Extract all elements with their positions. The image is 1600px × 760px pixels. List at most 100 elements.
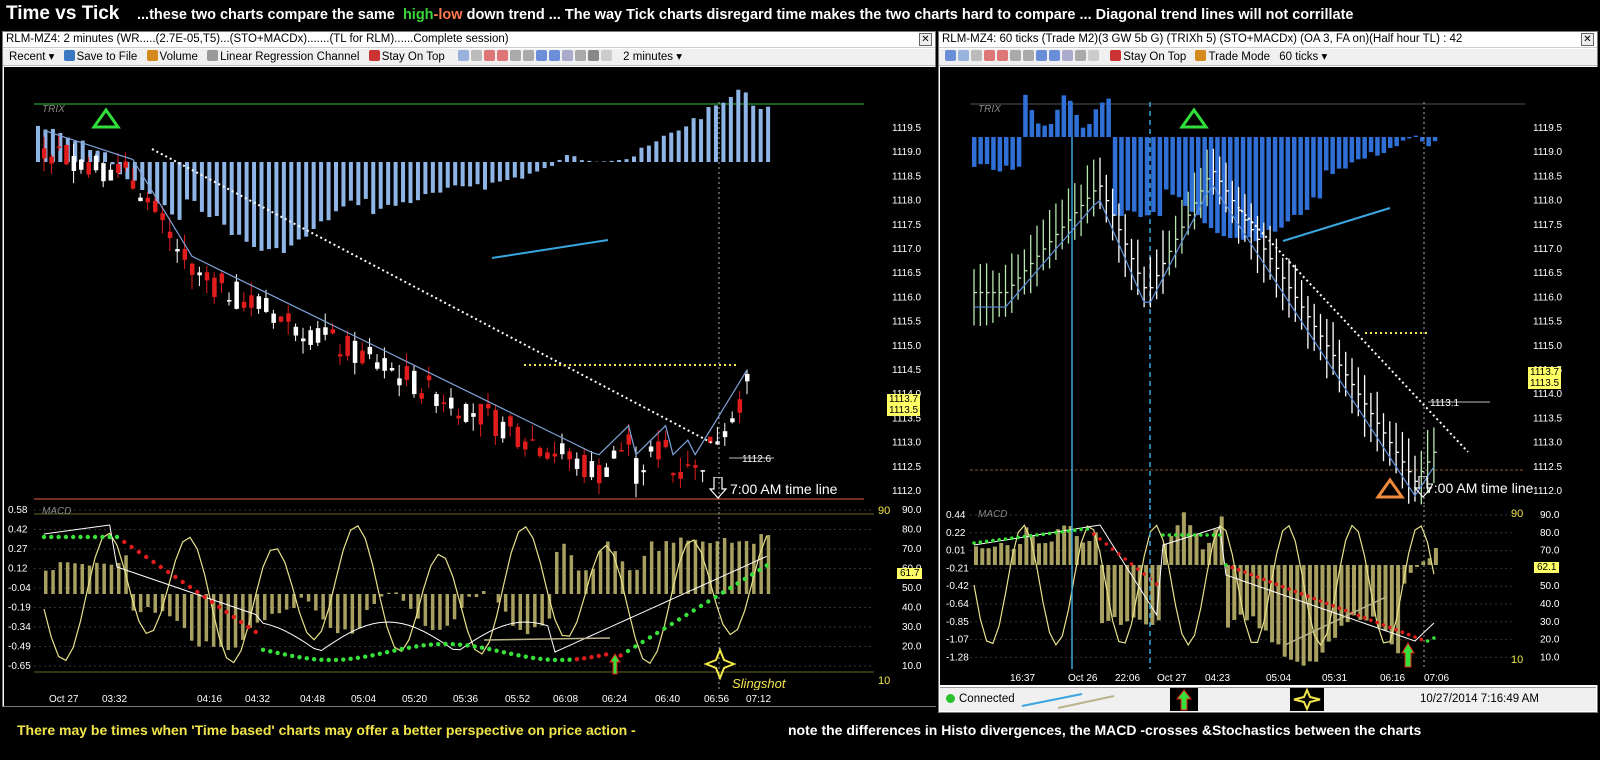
histogram-bar [1068,100,1073,137]
price-tick: 1118.0 [892,196,922,207]
macd-hist-bar [190,594,194,641]
macd-hist-bar [986,548,991,565]
left-price-panel[interactable]: TRIX 1112.6 1119.5 1119.0 1118.5 1118.0 1117… [4,67,936,529]
grid-icon[interactable] [1023,50,1034,61]
cursor-tool-icon[interactable] [457,50,469,61]
histogram-bar [415,162,420,201]
right-drawing-tools[interactable] [945,49,1101,65]
macd-hist-bar [1131,565,1136,618]
macd-hist-bar [1005,545,1010,565]
signal-dot [1406,632,1411,637]
left-close-button[interactable]: ✕ [919,33,932,46]
price-tick: 1117.5 [892,220,922,231]
price-tag-top: 1113.7 [887,394,921,405]
signal-dot [1299,592,1304,596]
cloud-icon[interactable] [1062,50,1073,61]
candle-body [308,330,313,345]
right-close-button[interactable]: ✕ [1581,33,1594,46]
price-tag-bottom: 1113.5 [887,405,921,416]
ellipse-icon[interactable] [1088,50,1099,61]
price-tick: 1113.5 [1533,413,1563,424]
left-macd-panel[interactable]: MACD 90 10 Slingshot 0.58 0.42 0.27 0.12 -0.… [4,502,936,690]
recent-menu[interactable]: Recent ▾ [9,49,54,65]
grid-icon[interactable] [522,50,534,61]
right-price-panel[interactable]: TRIX 1113.1 1119.5 1119.0 1118.5 1118.0 1117… [940,67,1598,507]
signal-dot [428,642,434,647]
histogram-bar [991,137,996,170]
candle-body [86,162,91,175]
histogram-bar [1112,137,1118,216]
bars-icon[interactable] [1049,50,1060,61]
stoch-tick: 70.0 [902,544,922,555]
right-stay-on-top-button[interactable]: Stay On Top [1110,49,1186,65]
price-axis: 1119.5 1119.0 1118.5 1118.0 1117.5 1117.0 1116… [892,123,922,521]
candle-body [560,443,565,455]
left-interval-label: 2 minutes [623,51,674,63]
signal-dot [49,534,54,540]
signal-dot [1205,533,1209,537]
trendline-tool-icon[interactable] [470,50,482,61]
stoch-tick: 70.0 [1540,546,1560,557]
signal-dot [582,656,587,661]
left-interval-select[interactable]: 2 minutes ▾ [623,49,682,65]
histogram-bar [1324,137,1329,171]
cloud-icon[interactable] [561,50,573,61]
magnet-icon[interactable] [1075,50,1086,61]
histogram-bar [609,160,614,162]
histogram-bar [1164,137,1169,190]
connected-dot-icon [946,694,955,703]
high-triangle-icon [91,107,121,129]
histogram-bar [1010,137,1015,170]
histogram-bar [579,160,584,162]
zoom-out-icon[interactable] [997,50,1008,61]
signal-dot [603,652,609,657]
list-icon[interactable] [535,50,547,61]
histogram-bar [490,162,495,183]
zoom-out-icon[interactable] [496,50,508,61]
signal-dot [1249,572,1253,577]
trade-label: Trade Mode [1208,51,1271,63]
histogram-bar [497,162,502,182]
right-interval-select[interactable]: 60 ticks ▾ [1279,49,1327,65]
list-icon[interactable] [1036,50,1047,61]
drawing-tools[interactable] [457,49,614,65]
histogram-bar [207,162,212,218]
candle-body [382,358,387,371]
magnet-icon[interactable] [574,50,586,61]
histogram-bar [237,162,242,235]
macd-hist-bar [409,594,413,609]
zoom-in-icon[interactable] [984,50,995,61]
plus-icon[interactable] [587,50,599,61]
lrc-button[interactable]: Linear Regression Channel [207,49,359,65]
trendline-tool-icon[interactable] [971,50,982,61]
bars-icon[interactable] [548,50,560,61]
stay-on-top-button[interactable]: Stay On Top [368,49,445,65]
histogram-bar [978,137,983,165]
ellipse-icon[interactable] [600,50,612,61]
histogram-bar [393,162,398,206]
settings-icon[interactable] [509,50,521,61]
signal-dot [319,657,324,662]
signal-dot [1356,613,1361,618]
left-macd-chart: MACD 90 10 Slingshot 0.58 0.42 0.27 0.12 -0.… [8,502,922,690]
macd-tick: 0.44 [946,510,966,521]
macd-hist-bar [649,541,654,594]
zoom-in-icon[interactable] [483,50,495,61]
trade-mode-button[interactable]: Trade Mode [1195,49,1270,65]
volume-button[interactable]: Volume [146,49,198,65]
histogram-bar [1317,137,1323,199]
signal-dot [1325,601,1329,606]
candle-body [678,471,683,479]
settings-icon[interactable] [1010,50,1021,61]
histogram-bar [1100,102,1105,137]
macd-hist-bar [474,594,479,598]
layout-icon[interactable] [945,50,956,61]
macd-tick: -0.49 [8,642,31,653]
right-macd-panel[interactable]: MACD 90 10 0.44 0.22 0.01 -0.21 -0.42 -0.64 -0… [940,505,1598,669]
candle-body [79,159,84,170]
signal-dot [384,649,390,655]
macd-hist-bar [73,563,77,594]
save-to-file-button[interactable]: Save to File [63,49,137,65]
cursor-tool-icon[interactable] [958,50,969,61]
time-tick: Oct 27 [49,694,79,705]
